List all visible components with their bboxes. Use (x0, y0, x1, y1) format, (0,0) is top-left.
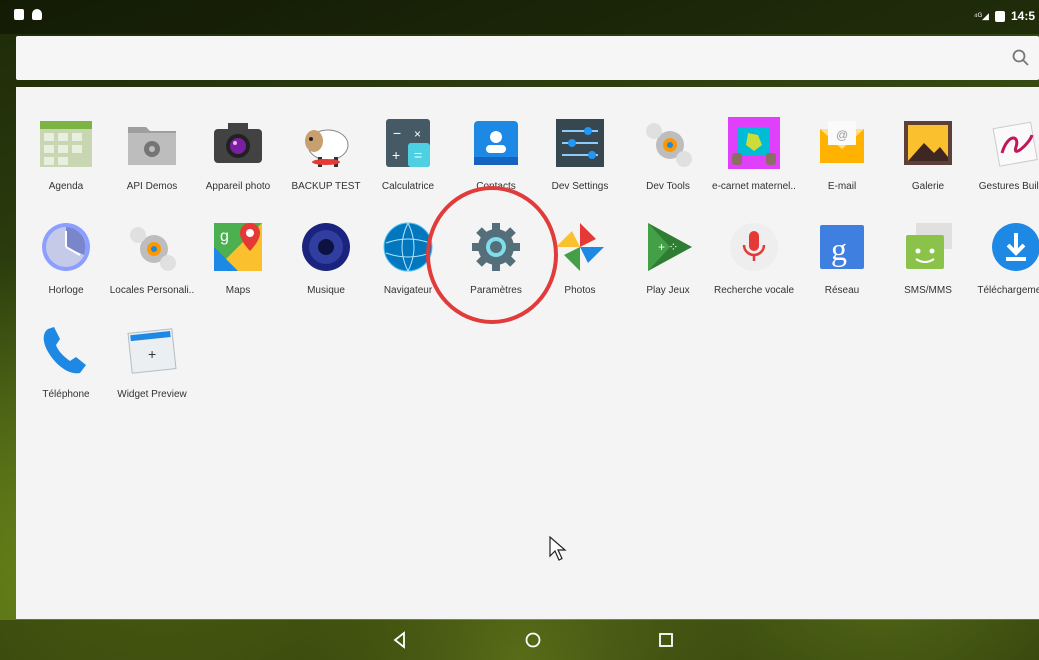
app-e-mail[interactable]: @ E-mail (798, 93, 886, 193)
app-label: SMS/MMS (904, 285, 952, 296)
app-agenda[interactable]: Agenda (22, 93, 110, 193)
app-api-demos[interactable]: API Demos (108, 93, 196, 193)
app-label: Dev Tools (646, 181, 690, 192)
recents-button[interactable] (656, 630, 676, 650)
widget-icon: + (127, 328, 177, 374)
gamepad-icon: + ⁘ (648, 223, 692, 271)
app-label: Gestures Builder (978, 181, 1039, 192)
app-contacts[interactable]: Contacts (452, 93, 540, 193)
app-label: Locales Personali.. (109, 285, 195, 296)
svg-text:×: × (414, 127, 421, 141)
calendar-grid-icon (40, 121, 92, 167)
message-icon (906, 223, 952, 269)
svg-text:+ ⁘: + ⁘ (658, 240, 678, 254)
notification-icons (14, 9, 42, 20)
app-sms-mms[interactable]: SMS/MMS (884, 197, 972, 297)
home-button[interactable] (523, 630, 543, 650)
system-status: ⁴ᴳ◢ 14:5 (974, 9, 1035, 23)
app-e-carnet-maternel[interactable]: e-carnet maternel.. (710, 93, 798, 193)
highlight-circle (426, 186, 558, 324)
camera-icon (214, 123, 262, 163)
maps-icon: g (214, 223, 262, 271)
gears-icon (646, 123, 692, 167)
app-label: Widget Preview (117, 389, 187, 400)
status-bar: ⁴ᴳ◢ 14:5 (0, 0, 1039, 34)
download-icon (992, 223, 1039, 271)
app-label: Horloge (48, 285, 84, 296)
app-horloge[interactable]: Horloge (22, 197, 110, 297)
app-telephone[interactable]: Téléphone (22, 301, 110, 401)
app-search-bar[interactable] (16, 36, 1039, 80)
search-icon[interactable] (1011, 48, 1031, 68)
svg-text:g: g (831, 231, 847, 267)
app-drawer: Agenda API Demos Appareil photo BACKUP TEST… (16, 87, 1039, 619)
calculator-icon: − × + = (386, 119, 430, 167)
navigation-bar (0, 620, 1039, 660)
folder-gear-icon (128, 127, 176, 165)
envelope-icon: @ (820, 121, 864, 163)
hand-tablet-icon (728, 117, 780, 169)
signal-icon: ⁴ᴳ◢ (973, 10, 989, 21)
app-label: API Demos (126, 181, 178, 192)
sd-card-icon (14, 9, 24, 20)
gallery-icon (904, 121, 952, 165)
app-reseau[interactable]: g Réseau (798, 197, 886, 297)
clock-icon (42, 223, 90, 271)
google-g-icon: g (820, 225, 864, 269)
app-locales-personali[interactable]: Locales Personali.. (108, 197, 196, 297)
contacts-icon (474, 121, 518, 165)
app-label: Réseau (824, 285, 860, 296)
app-musique[interactable]: Musique (282, 197, 370, 297)
app-maps[interactable]: g Maps (194, 197, 282, 297)
app-telechargements[interactable]: Téléchargements (972, 197, 1039, 297)
pinwheel-icon (556, 223, 604, 271)
app-label: Galerie (911, 181, 945, 192)
app-label: BACKUP TEST (291, 181, 361, 192)
svg-text:+: + (148, 346, 156, 362)
app-backup-test[interactable]: BACKUP TEST (282, 93, 370, 193)
app-dev-tools[interactable]: Dev Tools (624, 93, 712, 193)
clock-time: 14:5 (1010, 9, 1035, 23)
svg-text:@: @ (836, 128, 848, 142)
svg-text:+: + (392, 147, 400, 163)
android-icon (32, 9, 42, 20)
svg-text:=: = (414, 147, 422, 163)
speaker-icon (302, 223, 350, 271)
app-label: Maps (225, 285, 251, 296)
app-label: Calculatrice (381, 181, 435, 192)
app-dev-settings[interactable]: Dev Settings (536, 93, 624, 193)
app-widget-preview[interactable]: + Widget Preview (108, 301, 196, 401)
app-label: Téléphone (42, 389, 90, 400)
app-appareil-photo[interactable]: Appareil photo (194, 93, 282, 193)
app-label: Agenda (48, 181, 84, 192)
battery-icon (994, 10, 1005, 22)
svg-text:−: − (393, 125, 401, 141)
app-label: E-mail (827, 181, 857, 192)
app-recherche-vocale[interactable]: Recherche vocale (710, 197, 798, 297)
sheep-icon (305, 129, 349, 167)
app-label: Musique (307, 285, 345, 296)
gesture-icon (992, 121, 1038, 167)
app-gestures-builder[interactable]: Gestures Builder (972, 93, 1039, 193)
mouse-cursor-icon (549, 536, 567, 561)
svg-text:g: g (220, 228, 229, 245)
app-label: Téléchargements (977, 285, 1039, 296)
app-label: Play Jeux (646, 285, 690, 296)
phone-icon (43, 327, 86, 374)
app-play-jeux[interactable]: + ⁘ Play Jeux (624, 197, 712, 297)
app-calculatrice[interactable]: − × + = Calculatrice (364, 93, 452, 193)
sliders-icon (556, 119, 604, 167)
app-label: e-carnet maternel.. (712, 181, 796, 192)
back-button[interactable] (390, 630, 410, 650)
gears-icon (130, 227, 176, 271)
app-galerie[interactable]: Galerie (884, 93, 972, 193)
app-label: Appareil photo (205, 181, 271, 192)
app-label: Recherche vocale (713, 285, 795, 296)
microphone-icon (730, 223, 778, 271)
app-label: Dev Settings (551, 181, 609, 192)
